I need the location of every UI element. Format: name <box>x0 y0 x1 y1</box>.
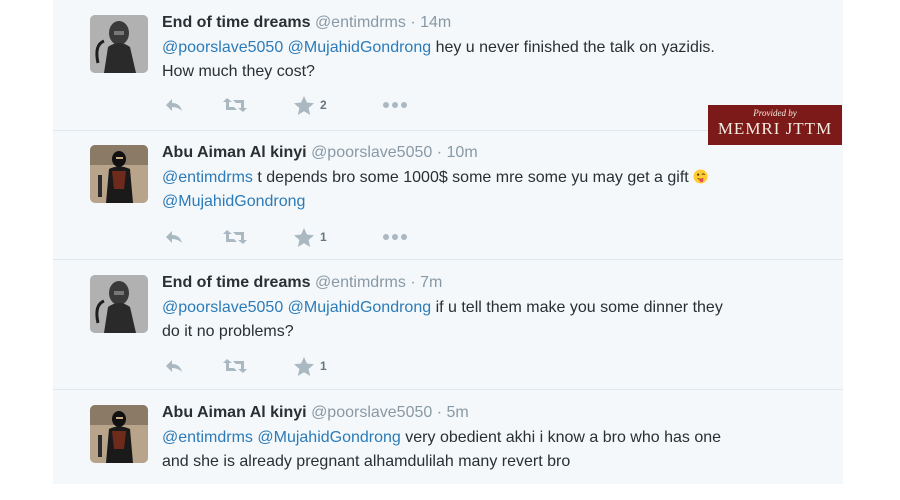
author-handle[interactable]: @poorslave5050 <box>311 144 432 161</box>
favorite-button[interactable]: 2 <box>294 95 327 115</box>
avatar[interactable] <box>90 145 148 203</box>
tweet-body-line2: How much they cost? <box>162 63 315 80</box>
favorite-count: 2 <box>320 98 327 112</box>
separator: · <box>436 144 443 161</box>
tweet-body: if u tell them make you some dinner they <box>435 299 723 316</box>
separator: · <box>410 14 416 31</box>
retweet-icon <box>223 98 247 112</box>
timestamp[interactable]: 14m <box>420 14 451 31</box>
author-name[interactable]: Abu Aiman Al kinyi <box>162 404 307 421</box>
timeline-panel: End of time dreams @entimdrms · 14m @poo… <box>53 0 843 484</box>
timestamp[interactable]: 10m <box>447 144 478 161</box>
reply-icon <box>166 231 182 243</box>
separator: · <box>436 404 443 421</box>
retweet-icon <box>223 230 247 244</box>
masked-fighter-avatar <box>90 145 148 203</box>
tweet-header: End of time dreams @entimdrms · 14m <box>162 14 451 32</box>
author-name[interactable]: End of time dreams <box>162 14 310 31</box>
star-icon <box>294 227 314 247</box>
mention-link[interactable]: @MujahidGondrong <box>288 39 431 56</box>
reply-icon <box>166 360 182 372</box>
tweet-text: @poorslave5050 @MujahidGondrong if u tel… <box>162 296 802 344</box>
helmeted-warrior-avatar <box>90 275 148 333</box>
author-name[interactable]: Abu Aiman Al kinyi <box>162 144 307 161</box>
author-name[interactable]: End of time dreams <box>162 274 310 291</box>
mention-link[interactable]: @MujahidGondrong <box>288 299 431 316</box>
tweet[interactable]: Abu Aiman Al kinyi @poorslave5050 · 10m … <box>53 131 843 260</box>
watermark-line2: MEMRI JTTM <box>717 119 833 138</box>
avatar[interactable] <box>90 275 148 333</box>
reply-button[interactable] <box>164 227 184 247</box>
reply-button[interactable] <box>164 95 184 115</box>
tweet-body: t depends bro some 1000$ some mre some y… <box>257 169 689 186</box>
tweet-header: End of time dreams @entimdrms · 7m <box>162 274 442 292</box>
author-handle[interactable]: @entimdrms <box>315 14 406 31</box>
avatar[interactable] <box>90 405 148 463</box>
author-handle[interactable]: @entimdrms <box>315 274 406 291</box>
tweet-body-line2: do it no problems? <box>162 323 294 340</box>
favorite-count: 1 <box>320 359 327 373</box>
more-button[interactable] <box>382 227 408 247</box>
mention-link[interactable]: @MujahidGondrong <box>257 429 400 446</box>
mention-link[interactable]: @entimdrms <box>162 429 253 446</box>
tongue-wink-emoji <box>693 169 708 184</box>
favorite-button[interactable]: 1 <box>294 356 327 376</box>
separator: · <box>410 274 416 291</box>
star-icon <box>294 95 314 115</box>
more-icon <box>383 234 407 240</box>
tweet-body-line2: and she is already pregnant alhamdulilah… <box>162 453 571 470</box>
watermark-line1: Provided by <box>753 108 797 118</box>
more-icon <box>383 102 407 108</box>
masked-fighter-avatar <box>90 405 148 463</box>
reply-button[interactable] <box>164 356 184 376</box>
mention-link[interactable]: @MujahidGondrong <box>162 193 305 210</box>
author-handle[interactable]: @poorslave5050 <box>311 404 432 421</box>
favorite-count: 1 <box>320 230 327 244</box>
memri-watermark: Provided by MEMRI JTTM <box>708 105 842 145</box>
mention-link[interactable]: @poorslave5050 <box>162 299 283 316</box>
timestamp[interactable]: 5m <box>447 404 469 421</box>
tweet[interactable]: End of time dreams @entimdrms · 7m @poor… <box>53 260 843 390</box>
retweet-icon <box>223 359 247 373</box>
tweet-text: @entimdrms t depends bro some 1000$ some… <box>162 166 802 214</box>
tweet-header: Abu Aiman Al kinyi @poorslave5050 · 10m <box>162 144 478 162</box>
retweet-button[interactable] <box>222 356 248 376</box>
tweet-text: @entimdrms @MujahidGondrong very obedien… <box>162 426 802 474</box>
tweet-text: @poorslave5050 @MujahidGondrong hey u ne… <box>162 36 802 84</box>
tweet-body: hey u never finished the talk on yazidis… <box>435 39 715 56</box>
star-icon <box>294 356 314 376</box>
reply-icon <box>166 99 182 111</box>
mention-link[interactable]: @poorslave5050 <box>162 39 283 56</box>
tweet-body: very obedient akhi i know a bro who has … <box>405 429 722 446</box>
more-button[interactable] <box>382 95 408 115</box>
retweet-button[interactable] <box>222 227 248 247</box>
mention-link[interactable]: @entimdrms <box>162 169 253 186</box>
tweet[interactable]: Abu Aiman Al kinyi @poorslave5050 · 5m @… <box>53 390 843 484</box>
timestamp[interactable]: 7m <box>420 274 442 291</box>
avatar[interactable] <box>90 15 148 73</box>
tweet-header: Abu Aiman Al kinyi @poorslave5050 · 5m <box>162 404 469 422</box>
helmeted-warrior-avatar <box>90 15 148 73</box>
retweet-button[interactable] <box>222 95 248 115</box>
favorite-button[interactable]: 1 <box>294 227 327 247</box>
